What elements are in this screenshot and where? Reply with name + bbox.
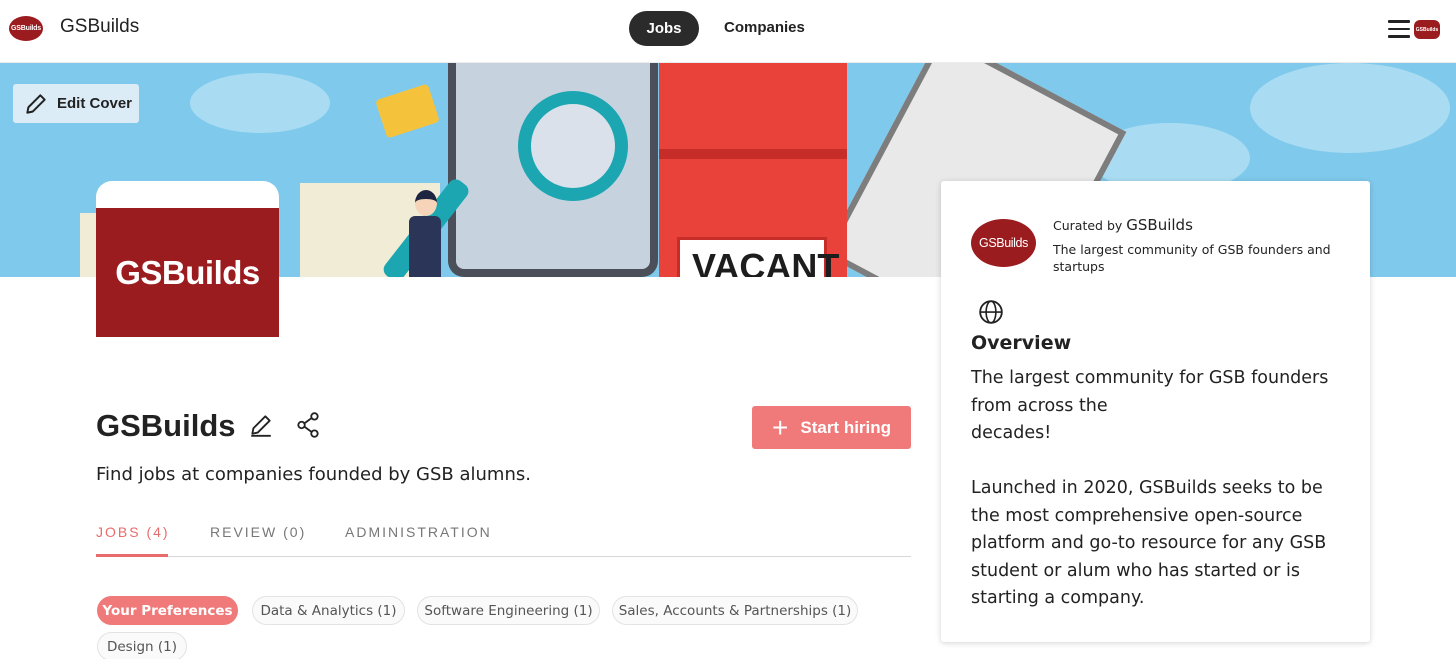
start-hiring-label: Start hiring <box>800 417 892 437</box>
active-tab-indicator <box>96 554 168 557</box>
curated-by: Curated by GSBuilds <box>1053 216 1193 234</box>
brand-name[interactable]: GSBuilds <box>60 16 139 38</box>
hamburger-menu-icon[interactable] <box>1388 20 1410 38</box>
chip-design[interactable]: Design (1) <box>97 632 187 659</box>
cloud-decoration <box>190 73 330 133</box>
overview-heading: Overview <box>971 332 1072 354</box>
tab-administration[interactable]: ADMINISTRATION <box>345 524 492 540</box>
overview-paragraph: Launched in 2020, GSBuilds seeks to be t… <box>971 478 1327 608</box>
nav-companies-link[interactable]: Companies <box>724 19 805 36</box>
curator-description: The largest community of GSB founders an… <box>1053 242 1331 274</box>
company-logo: GSBuilds <box>96 208 279 337</box>
chip-data-analytics[interactable]: Data & Analytics (1) <box>252 596 405 625</box>
curator-name[interactable]: GSBuilds <box>1126 216 1193 234</box>
tab-jobs[interactable]: JOBS (4) <box>96 524 170 540</box>
start-hiring-button[interactable]: + Start hiring <box>752 406 911 449</box>
businessman-illustration <box>405 190 443 277</box>
curated-prefix: Curated by <box>1053 218 1123 233</box>
tab-review[interactable]: REVIEW (0) <box>210 524 306 540</box>
pencil-icon <box>26 93 46 114</box>
overview-paragraph: The largest community for GSB founders f… <box>971 368 1329 443</box>
cloud-decoration <box>1250 63 1450 153</box>
company-logo-frame: GSBuilds <box>96 181 279 337</box>
share-button[interactable] <box>295 411 321 439</box>
company-title: GSBuilds <box>96 408 236 443</box>
magnifier-icon <box>518 91 628 201</box>
chip-your-preferences[interactable]: Your Preferences <box>97 596 238 625</box>
edit-cover-label: Edit Cover <box>57 95 133 112</box>
edit-cover-button[interactable]: Edit Cover <box>13 84 139 123</box>
company-tagline: Find jobs at companies founded by GSB al… <box>96 464 531 485</box>
account-avatar[interactable]: GSBuilds <box>1414 20 1440 39</box>
overview-card: GSBuilds Curated by GSBuilds The largest… <box>941 181 1370 642</box>
pencil-icon <box>251 415 271 437</box>
profile-tabs: JOBS (4) REVIEW (0) ADMINISTRATION <box>96 522 911 557</box>
brand-logo[interactable]: GSBuilds <box>9 16 43 41</box>
share-icon <box>297 412 319 438</box>
chip-sales-accounts-partnerships[interactable]: Sales, Accounts & Partnerships (1) <box>612 596 858 625</box>
chip-software-engineering[interactable]: Software Engineering (1) <box>417 596 600 625</box>
nav-jobs-button[interactable]: Jobs <box>629 11 699 46</box>
curator-logo[interactable]: GSBuilds <box>971 219 1036 267</box>
top-navbar: GSBuilds GSBuilds Jobs Companies GSBuild… <box>0 0 1456 63</box>
globe-icon[interactable] <box>978 299 1004 325</box>
vacant-sign: VACANT <box>677 237 839 277</box>
folder-icon <box>375 83 440 139</box>
plus-icon: + <box>772 411 789 443</box>
edit-profile-button[interactable] <box>248 412 274 438</box>
